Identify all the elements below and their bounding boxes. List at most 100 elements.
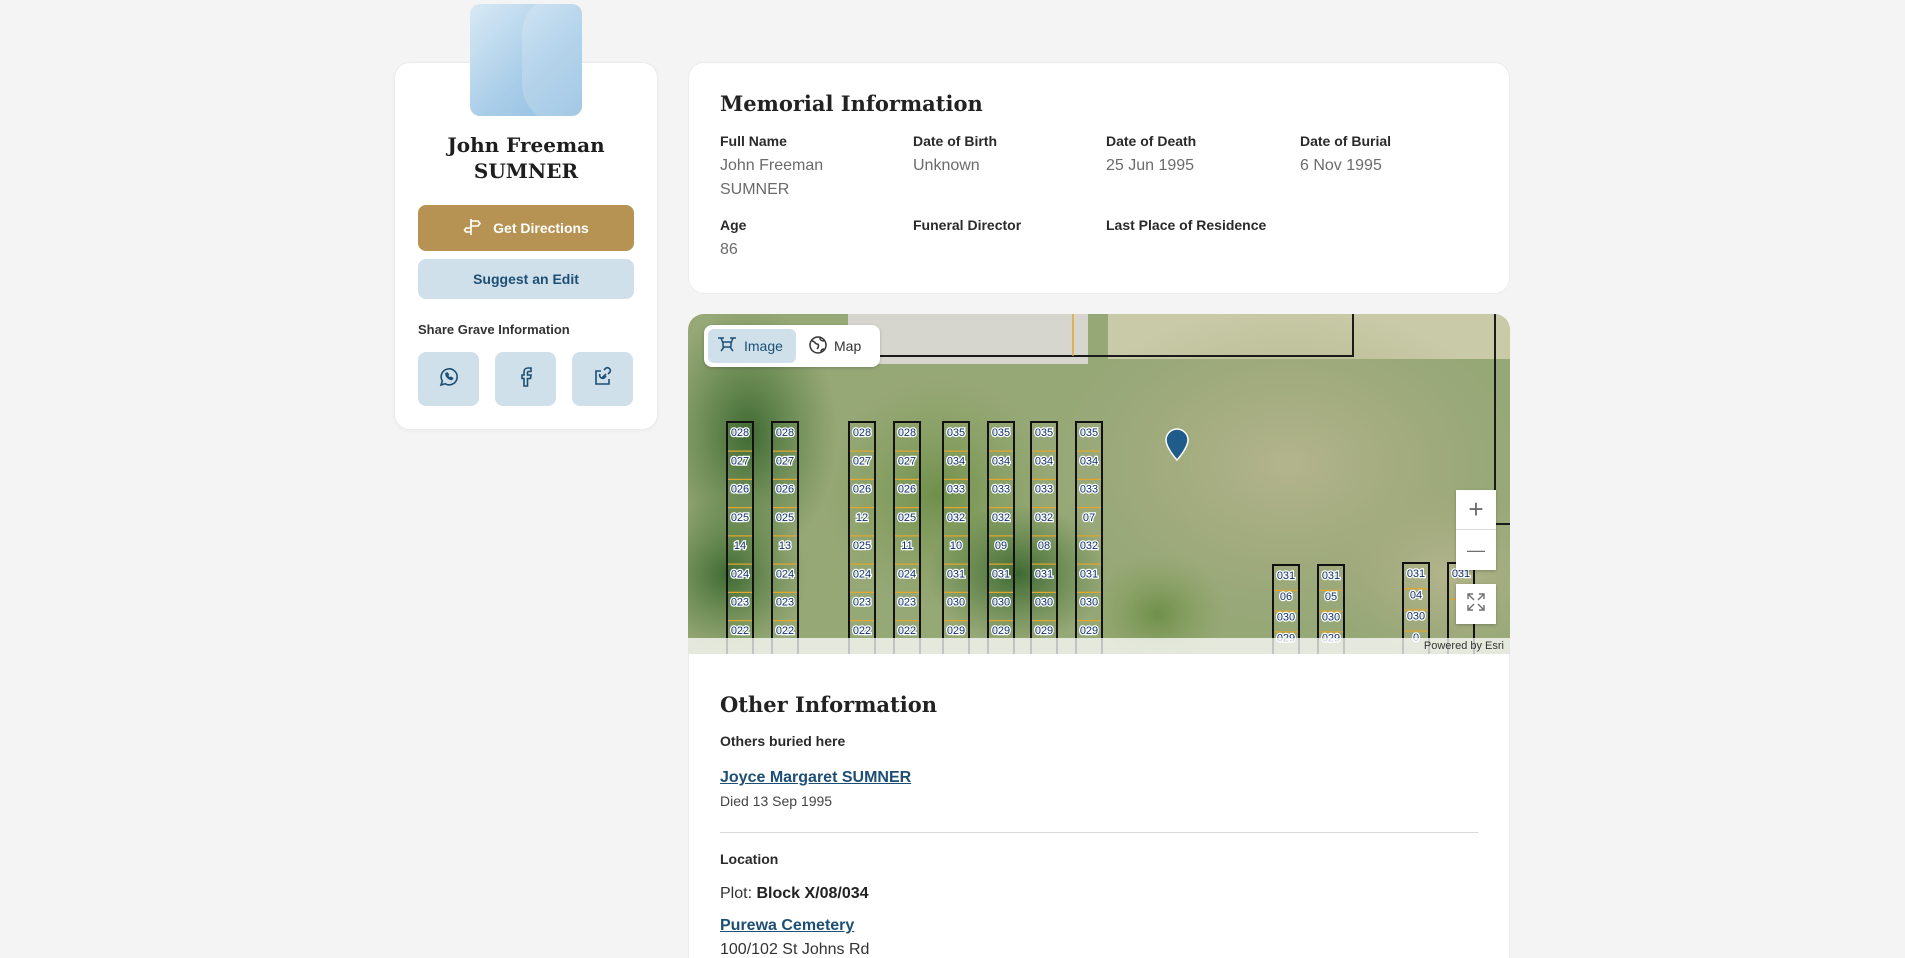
plot-number-label: 06 bbox=[1280, 591, 1292, 603]
copy-link-icon bbox=[591, 365, 615, 394]
share-link-button[interactable] bbox=[572, 352, 633, 406]
value-age: 86 bbox=[720, 241, 738, 258]
cemetery-link[interactable]: Purewa Cemetery bbox=[720, 917, 854, 935]
plot-number-label: 034 bbox=[1035, 455, 1053, 467]
plot-number-label: 027 bbox=[853, 455, 871, 467]
share-heading: Share Grave Information bbox=[418, 322, 570, 337]
plot-number-label: 031 bbox=[1277, 570, 1295, 582]
label-funeral-director: Funeral Director bbox=[913, 217, 1022, 233]
label-date-of-death: Date of Death bbox=[1106, 133, 1197, 149]
plot-number-label: 04 bbox=[1410, 589, 1422, 601]
plot-number-label: 026 bbox=[731, 484, 749, 496]
globe-icon bbox=[808, 335, 828, 358]
share-facebook-button[interactable] bbox=[495, 352, 556, 406]
plot-number-label: 030 bbox=[1322, 612, 1340, 624]
value-full-name: John Freeman SUMNER bbox=[720, 157, 824, 198]
value-date-of-burial: 6 Nov 1995 bbox=[1300, 157, 1382, 174]
get-directions-button[interactable]: Get Directions bbox=[418, 205, 634, 251]
plot-number-label: 033 bbox=[992, 484, 1010, 496]
plot-number-label: 029 bbox=[1035, 625, 1053, 637]
suggest-edit-button[interactable]: Suggest an Edit bbox=[418, 259, 634, 299]
plot-number-label: 031 bbox=[1080, 568, 1098, 580]
plot-number-label: 030 bbox=[1277, 612, 1295, 624]
plot-number-label: 027 bbox=[898, 455, 916, 467]
plot-number-label: 034 bbox=[947, 455, 965, 467]
map-view-label: Map bbox=[834, 338, 862, 354]
value-date-of-birth: Unknown bbox=[913, 157, 980, 174]
image-view-tab[interactable]: Image bbox=[708, 329, 796, 363]
plot-number-label: 13 bbox=[779, 540, 791, 552]
plot-number-label: 028 bbox=[776, 427, 794, 439]
drone-icon bbox=[716, 335, 738, 358]
plot-number-label: 031 bbox=[1322, 570, 1340, 582]
zoom-in-button[interactable]: + bbox=[1456, 490, 1496, 530]
plot-number-label: 07 bbox=[1083, 512, 1095, 524]
plot-number-label: 024 bbox=[776, 568, 794, 580]
plot-number-label: 035 bbox=[947, 427, 965, 439]
plot-number-label: 026 bbox=[898, 484, 916, 496]
plot-number-label: 022 bbox=[853, 625, 871, 637]
plot-number-label: 026 bbox=[853, 484, 871, 496]
map-attribution[interactable]: Powered by Esri bbox=[688, 638, 1510, 654]
plot-number-label: 025 bbox=[853, 540, 871, 552]
plot-number-label: 031 bbox=[947, 568, 965, 580]
plot-number-label: 031 bbox=[1407, 568, 1425, 580]
plot-number-label: 030 bbox=[1035, 597, 1053, 609]
plot-number-label: 024 bbox=[731, 568, 749, 580]
plot-number-label: 034 bbox=[1080, 455, 1098, 467]
plot-number-label: 025 bbox=[731, 512, 749, 524]
plot-number-label: 032 bbox=[1080, 540, 1098, 552]
plot-number-label: 024 bbox=[853, 568, 871, 580]
share-whatsapp-button[interactable] bbox=[418, 352, 479, 406]
label-date-of-burial: Date of Burial bbox=[1300, 133, 1392, 149]
image-view-label: Image bbox=[744, 338, 783, 354]
others-buried-heading: Others buried here bbox=[720, 733, 846, 749]
label-date-of-birth: Date of Birth bbox=[913, 133, 997, 149]
plot-number-label: 024 bbox=[898, 568, 916, 580]
other-burial-died: Died 13 Sep 1995 bbox=[720, 793, 833, 809]
plot-number-label: 033 bbox=[1080, 484, 1098, 496]
whatsapp-icon bbox=[437, 365, 461, 394]
plot-number-label: 032 bbox=[947, 512, 965, 524]
map-view-toggle: Image Map bbox=[704, 325, 880, 367]
plot-number-label: 022 bbox=[731, 625, 749, 637]
expand-icon bbox=[1466, 592, 1486, 617]
plot-number-label: 028 bbox=[898, 427, 916, 439]
label-age: Age bbox=[720, 217, 747, 233]
plot-number-label: 026 bbox=[776, 484, 794, 496]
plot-number-label: 028 bbox=[853, 427, 871, 439]
plot-number-label: 023 bbox=[898, 597, 916, 609]
plot-value: Block X/08/034 bbox=[756, 885, 869, 902]
plot-number-label: 032 bbox=[1035, 512, 1053, 524]
fullscreen-button[interactable] bbox=[1456, 584, 1496, 624]
value-date-of-death: 25 Jun 1995 bbox=[1106, 157, 1195, 174]
memorial-title: Memorial Information bbox=[720, 91, 983, 116]
plot-number-label: 033 bbox=[1035, 484, 1053, 496]
plot-number-label: 12 bbox=[856, 512, 868, 524]
plot-number-label: 035 bbox=[1035, 427, 1053, 439]
person-name: John Freeman SUMNER bbox=[394, 132, 658, 184]
other-info-title: Other Information bbox=[720, 692, 937, 717]
plot-number-label: 023 bbox=[731, 597, 749, 609]
get-directions-label: Get Directions bbox=[493, 220, 589, 236]
plot-number-label: 028 bbox=[731, 427, 749, 439]
zoom-out-button[interactable]: — bbox=[1456, 530, 1496, 570]
zoom-controls: + — bbox=[1456, 490, 1496, 570]
plot-line: Plot: Block X/08/034 bbox=[720, 885, 869, 903]
cemetery-address: 100/102 St Johns Rd bbox=[720, 941, 870, 958]
map-view-tab[interactable]: Map bbox=[800, 329, 876, 363]
plot-number-label: 029 bbox=[1080, 625, 1098, 637]
plot-number-label: 023 bbox=[776, 597, 794, 609]
plot-number-label: 14 bbox=[734, 540, 746, 552]
portrait-image bbox=[470, 4, 582, 116]
person-first-name: John Freeman bbox=[447, 133, 605, 157]
plot-number-label: 032 bbox=[992, 512, 1010, 524]
plot-number-label: 10 bbox=[950, 540, 962, 552]
person-last-name: SUMNER bbox=[473, 159, 579, 183]
other-burial-link[interactable]: Joyce Margaret SUMNER bbox=[720, 769, 911, 787]
plot-number-label: 031 bbox=[1035, 568, 1053, 580]
plot-number-label: 09 bbox=[995, 540, 1007, 552]
plot-number-label: 030 bbox=[1407, 611, 1425, 623]
label-last-residence: Last Place of Residence bbox=[1106, 217, 1267, 233]
plot-number-label: 035 bbox=[992, 427, 1010, 439]
